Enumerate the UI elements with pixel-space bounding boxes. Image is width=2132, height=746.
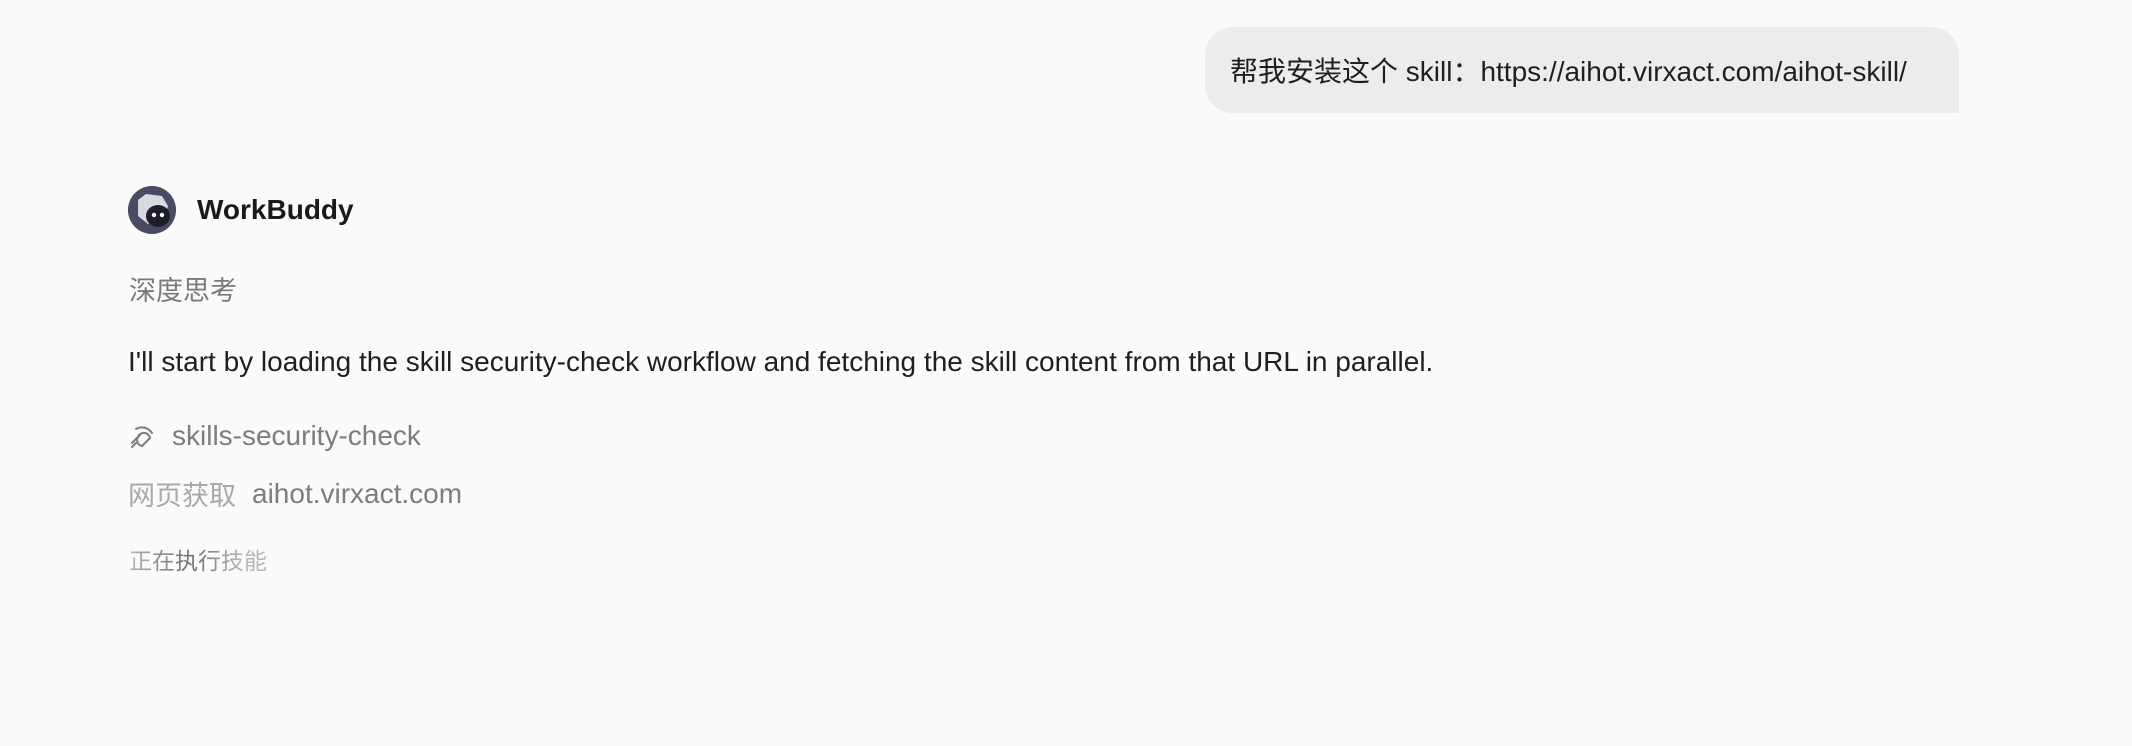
assistant-name: WorkBuddy [197,194,354,225]
skill-name: skills-security-check [172,420,421,451]
executing-status: 正在执行技能 [129,542,267,576]
chat-page: 帮我安装这个 skill：https://aihot.virxact.com/a… [0,0,2132,746]
robot-avatar-icon [128,186,176,234]
user-message-bubble: 帮我安装这个 skill：https://aihot.virxact.com/a… [1205,27,1959,113]
deep-thinking-toggle[interactable]: 深度思考 [129,269,237,308]
assistant-header: WorkBuddy [128,184,354,236]
assistant-message-text: I'll start by loading the skill security… [128,346,1434,377]
skill-tool-call[interactable]: skills-security-check [128,420,421,452]
web-fetch-label: 网页获取 [128,481,236,511]
skill-icon [131,426,153,448]
user-message-text: 帮我安装这个 skill：https://aihot.virxact.com/a… [1230,56,1907,87]
web-fetch-domain: aihot.virxact.com [252,477,463,509]
web-fetch-tool-call[interactable]: 网页获取 aihot.virxact.com [128,474,462,513]
